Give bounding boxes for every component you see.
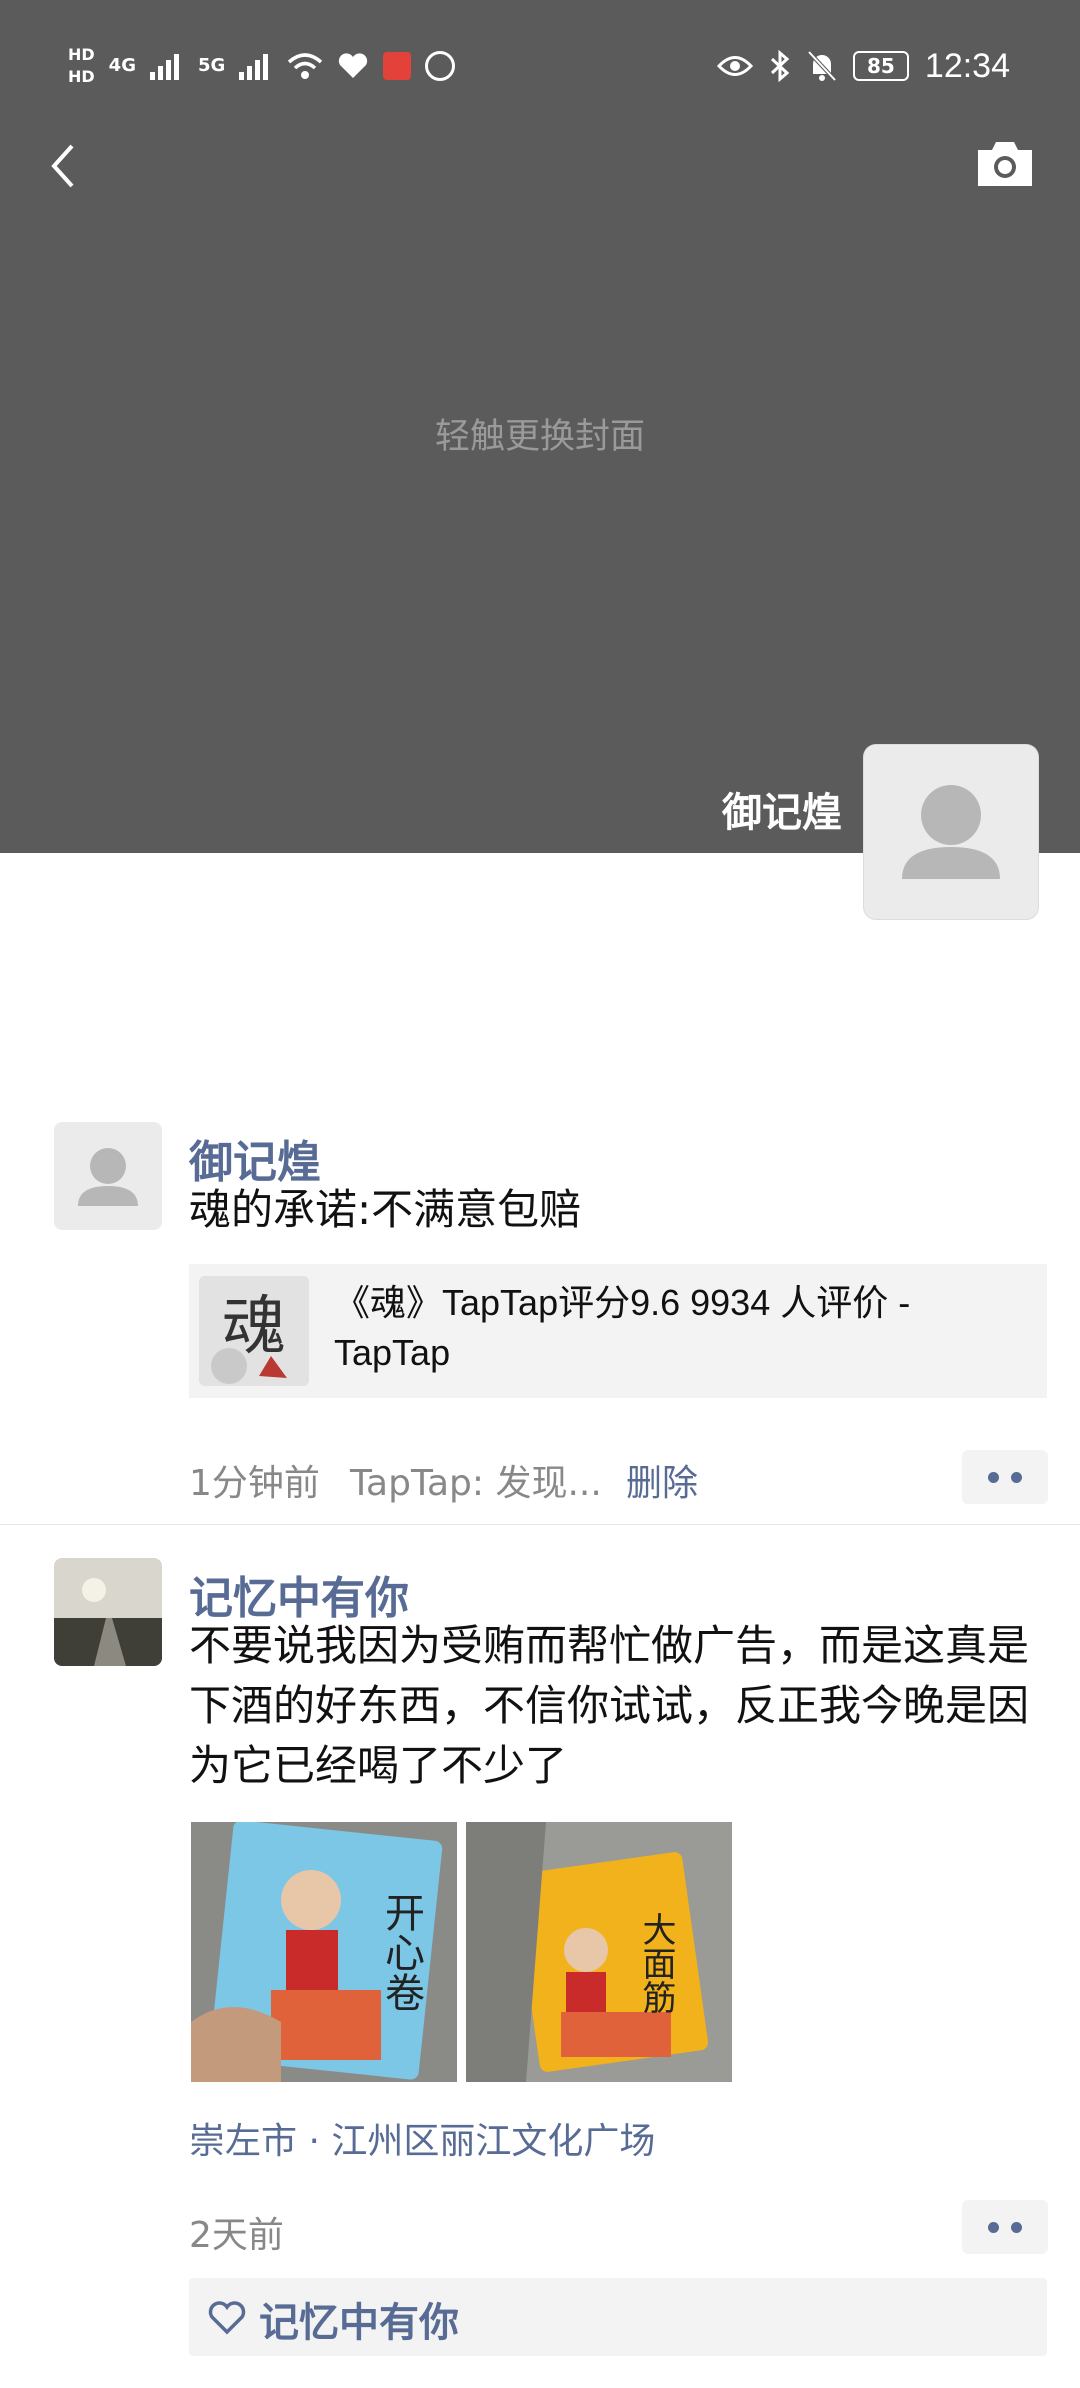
delete-button[interactable]: 删除 — [626, 1454, 698, 1506]
status-bar: HD HD 4G 5G 85 12:34 — [0, 36, 1080, 96]
shared-link-card[interactable]: 魂 《魂》TapTap评分9.6 9934 人评价 - TapTap — [189, 1264, 1047, 1398]
game-logo-image: 魂 — [199, 1276, 309, 1386]
liker-name[interactable]: 记忆中有你 — [259, 2290, 459, 2348]
post-avatar[interactable] — [54, 1122, 162, 1230]
post-source[interactable]: TapTap: 发现... — [350, 1454, 602, 1506]
dot-icon — [1011, 1471, 1022, 1483]
dot-icon — [1011, 2221, 1022, 2233]
browser-app-icon — [425, 51, 456, 81]
signal-icon — [149, 54, 179, 80]
snack-photo-yellow: 大面筋 — [466, 1822, 732, 2082]
battery-indicator: 85 — [852, 51, 909, 81]
link-title: 《魂》TapTap评分9.6 9934 人评价 - TapTap — [334, 1282, 911, 1373]
default-avatar-icon — [78, 1148, 138, 1206]
health-heart-icon — [339, 53, 368, 78]
link-thumb-glyph: 魂 — [222, 1290, 286, 1364]
post-time: 2天前 — [189, 2215, 284, 2256]
heart-outline-icon — [208, 2301, 246, 2335]
book-app-icon — [383, 52, 412, 80]
bell-muted-icon — [807, 50, 837, 82]
likes-bar: 记忆中有你 — [189, 2278, 1047, 2356]
hd-indicator: HD HD — [68, 44, 95, 88]
more-actions-button[interactable] — [962, 2200, 1048, 2254]
eye-icon — [716, 56, 753, 76]
post-text: 魂的承诺:不满意包赔 — [189, 1185, 582, 1234]
clock: 12:34 — [924, 46, 1010, 85]
default-avatar-icon — [902, 785, 1000, 879]
post-divider — [0, 1524, 1080, 1525]
profile-name: 御记煌 — [722, 790, 842, 836]
link-thumbnail: 魂 — [199, 1276, 309, 1386]
hd1-label: HD — [68, 45, 95, 64]
post-photo[interactable]: 开心卷 — [191, 1822, 457, 2082]
photo-label: 大面筋 — [636, 1912, 676, 2014]
network-5g-label: 5G — [197, 55, 226, 76]
dot-icon — [988, 1471, 999, 1483]
camera-icon — [978, 142, 1032, 186]
wifi-icon — [288, 53, 323, 79]
more-actions-button[interactable] — [962, 1450, 1048, 1504]
photo-label: 开心卷 — [378, 1892, 424, 2012]
back-button[interactable] — [38, 136, 98, 196]
post-avatar[interactable] — [54, 1558, 162, 1666]
chevron-left-icon — [51, 144, 74, 188]
hd2-label: HD — [68, 67, 95, 86]
status-left: HD HD 4G 5G — [68, 36, 456, 96]
battery-level: 85 — [866, 54, 895, 78]
signal-icon — [239, 54, 269, 80]
road-sunset-avatar — [54, 1558, 162, 1666]
post-location[interactable]: 崇左市 · 江州区丽江文化广场 — [189, 2112, 655, 2164]
cover-image[interactable]: HD HD 4G 5G 85 12:34 轻触更换封面 御记煌 — [0, 0, 1080, 853]
change-cover-hint[interactable]: 轻触更换封面 — [0, 408, 1080, 459]
post-text: 不要说我因为受贿而帮忙做广告，而是这真是下酒的好东西，不信你试试，反正我今晚是因… — [189, 1621, 1030, 1790]
post-time: 1分钟前 — [189, 1463, 320, 1504]
status-right: 85 12:34 — [716, 36, 1010, 96]
bluetooth-icon — [770, 50, 790, 82]
snack-photo-blue: 开心卷 — [191, 1822, 457, 2082]
dot-icon — [988, 2221, 999, 2233]
post-photo[interactable]: 大面筋 — [466, 1822, 732, 2082]
network-4g-label: 4G — [108, 55, 136, 76]
profile-avatar[interactable] — [864, 745, 1038, 919]
camera-button[interactable] — [974, 140, 1036, 190]
